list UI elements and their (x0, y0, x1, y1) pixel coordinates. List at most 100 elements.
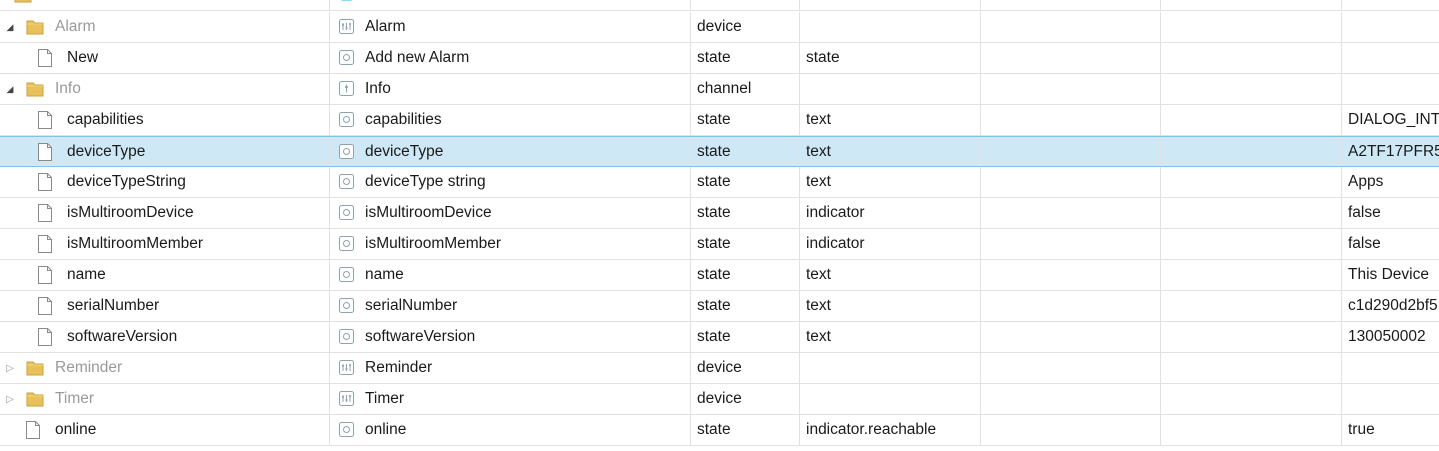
value-cell (1342, 0, 1439, 10)
room-cell (981, 12, 1161, 42)
table-row-partial[interactable]: c1d290d2bf5f4f... This Device device (0, 0, 1439, 11)
object-tree-table: c1d290d2bf5f4f... This Device device ◢ Al… (0, 0, 1439, 451)
id-cell: deviceTypeString (0, 167, 330, 197)
name-cell: capabilities (330, 105, 691, 135)
collapse-toggle-icon[interactable]: ▷ (5, 394, 15, 405)
role-cell (800, 12, 981, 42)
state-icon (339, 298, 354, 313)
folder-icon (26, 20, 44, 35)
table-row-Info[interactable]: ◢ Info Info channel (0, 74, 1439, 105)
role-cell: text (800, 291, 981, 321)
folder-icon (26, 82, 44, 97)
type-cell: state (691, 137, 800, 166)
type-cell: device (691, 12, 800, 42)
value-cell[interactable]: c1d290d2bf5 (1342, 291, 1439, 321)
table-row-Alarm[interactable]: ◢ Alarm Alarm device (0, 12, 1439, 43)
room-cell (981, 74, 1161, 104)
name-label: This Device (365, 0, 446, 10)
expand-toggle-icon[interactable]: ◢ (5, 84, 15, 94)
type-cell: state (691, 167, 800, 197)
role-cell: text (800, 322, 981, 352)
name-label: serialNumber (365, 297, 458, 314)
name-label: Add new Alarm (365, 49, 470, 66)
value-cell[interactable]: false (1342, 198, 1439, 228)
table-row-name[interactable]: name name state text This Device (0, 260, 1439, 291)
id-cell: c1d290d2bf5f4f... (0, 0, 330, 10)
device-blue-icon (340, 0, 353, 1)
id-label: Reminder (55, 359, 123, 376)
table-row-deviceType[interactable]: deviceType deviceType state text A2TF17PFR5 (0, 136, 1439, 167)
value-cell[interactable]: A2TF17PFR5 (1342, 137, 1439, 166)
table-row-New[interactable]: New Add new Alarm state state (0, 43, 1439, 74)
name-cell: online (330, 415, 691, 445)
value-cell[interactable] (1342, 384, 1439, 414)
type-cell: state (691, 415, 800, 445)
room-cell (981, 384, 1161, 414)
file-icon (38, 173, 52, 191)
table-row-online[interactable]: online online state indicator.reachable true (0, 415, 1439, 446)
name-cell: isMultiroomMember (330, 229, 691, 259)
type-cell: state (691, 322, 800, 352)
room-cell (981, 353, 1161, 383)
type-cell: state (691, 229, 800, 259)
name-label: Reminder (365, 359, 433, 376)
value-cell[interactable]: false (1342, 229, 1439, 259)
value-cell[interactable]: Apps (1342, 167, 1439, 197)
table-row-isMultiroomMember[interactable]: isMultiroomMember isMultiroomMember state i… (0, 229, 1439, 260)
table-row-isMultiroomDevice[interactable]: isMultiroomDevice isMultiroomDevice state i… (0, 198, 1439, 229)
state-icon (339, 50, 354, 65)
room-cell (981, 105, 1161, 135)
role-cell: indicator (800, 229, 981, 259)
file-icon (38, 328, 52, 346)
state-icon (339, 236, 354, 251)
table-row-softwareVersion[interactable]: softwareVersion softwareVersion state text 1… (0, 322, 1439, 353)
value-cell[interactable] (1342, 353, 1439, 383)
name-cell: Add new Alarm (330, 43, 691, 73)
table-row-capabilities[interactable]: capabilities capabilities state text DIALOG_… (0, 105, 1439, 136)
value-cell[interactable]: DIALOG_INT (1342, 105, 1439, 135)
table-row-Timer[interactable]: ▷ Timer Timer device (0, 384, 1439, 415)
name-cell: isMultiroomDevice (330, 198, 691, 228)
function-cell (1161, 105, 1342, 135)
file-icon (38, 111, 52, 129)
function-cell (1161, 353, 1342, 383)
type-cell: device (691, 384, 800, 414)
id-label: capabilities (67, 111, 144, 128)
id-label: c1d290d2bf5f4f... (44, 0, 164, 10)
device-icon (339, 360, 354, 375)
id-cell: ◢ Alarm (0, 12, 330, 42)
name-cell: name (330, 260, 691, 290)
room-cell (981, 198, 1161, 228)
value-cell[interactable]: 130050002 (1342, 322, 1439, 352)
value-cell[interactable] (1342, 43, 1439, 73)
name-label: Info (365, 80, 391, 97)
function-cell (1161, 12, 1342, 42)
table-row-serialNumber[interactable]: serialNumber serialNumber state text c1d290d… (0, 291, 1439, 322)
name-label: name (365, 266, 404, 283)
id-cell: name (0, 260, 330, 290)
type-cell: state (691, 198, 800, 228)
value-cell[interactable] (1342, 12, 1439, 42)
function-cell (1161, 167, 1342, 197)
id-label: softwareVersion (67, 328, 178, 345)
state-icon (339, 205, 354, 220)
name-label: deviceType (365, 142, 444, 160)
state-icon (339, 422, 354, 437)
type-cell: device (691, 353, 800, 383)
id-label: New (67, 49, 99, 66)
value-cell[interactable]: true (1342, 415, 1439, 445)
name-cell: Alarm (330, 12, 691, 42)
expand-toggle-icon[interactable]: ◢ (5, 22, 15, 32)
id-label: name (67, 266, 106, 283)
type-cell: state (691, 260, 800, 290)
value-cell[interactable]: This Device (1342, 260, 1439, 290)
file-icon (38, 266, 52, 284)
id-cell: deviceType (0, 137, 330, 166)
value-cell[interactable] (1342, 74, 1439, 104)
table-row-Reminder[interactable]: ▷ Reminder Reminder device (0, 353, 1439, 384)
collapse-toggle-icon[interactable]: ▷ (5, 363, 15, 374)
id-label: deviceType (67, 142, 146, 160)
table-row-deviceTypeString[interactable]: deviceTypeString deviceType string state te… (0, 167, 1439, 198)
function-cell (1161, 260, 1342, 290)
type-cell: state (691, 105, 800, 135)
